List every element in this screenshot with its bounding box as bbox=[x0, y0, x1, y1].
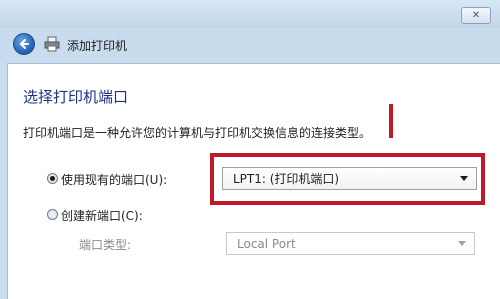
arrow-left-icon bbox=[20, 39, 29, 49]
port-type-select[interactable]: Local Port bbox=[226, 232, 475, 255]
back-button[interactable] bbox=[13, 33, 35, 55]
page-title: 选择打印机端口 bbox=[23, 88, 129, 106]
annotation-marker bbox=[389, 104, 393, 138]
port-type-label: 端口类型: bbox=[79, 238, 132, 252]
port-type-value: Local Port bbox=[237, 236, 296, 251]
close-button[interactable]: ✕ bbox=[461, 7, 491, 24]
page-description: 打印机端口是一种允许您的计算机与打印机交换信息的连接类型。 bbox=[23, 126, 372, 140]
title-bar bbox=[0, 0, 500, 28]
wizard-title: 添加打印机 bbox=[67, 39, 128, 53]
create-new-port-radio[interactable] bbox=[47, 209, 58, 220]
use-existing-port-label[interactable]: 使用现有的端口(U): bbox=[61, 171, 167, 188]
use-existing-port-radio[interactable] bbox=[47, 173, 58, 184]
annotation-highlight-box bbox=[210, 153, 485, 205]
chevron-down-icon bbox=[458, 241, 466, 246]
create-new-port-label[interactable]: 创建新端口(C): bbox=[61, 207, 143, 224]
close-icon: ✕ bbox=[471, 10, 481, 21]
printer-icon bbox=[44, 36, 60, 52]
